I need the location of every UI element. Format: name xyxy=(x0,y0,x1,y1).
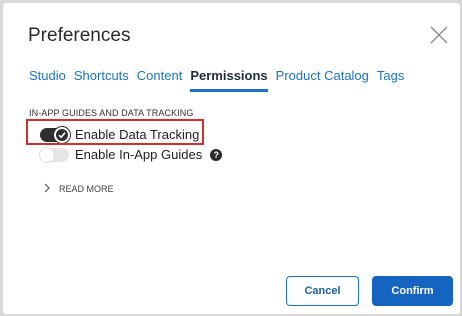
toggle-knob xyxy=(39,146,55,163)
tab-permissions[interactable]: Permissions xyxy=(190,67,269,95)
cancel-button[interactable]: Cancel xyxy=(286,276,359,306)
section-heading: IN-APP GUIDES AND DATA TRACKING xyxy=(29,108,194,118)
dialog-title: Preferences xyxy=(28,25,131,46)
confirm-button[interactable]: Confirm xyxy=(372,276,453,306)
data-tracking-toggle-row: Enable Data Tracking xyxy=(40,126,200,143)
preferences-dialog: Preferences Studio Shortcuts Content Per… xyxy=(3,3,460,314)
chevron-right-icon xyxy=(43,183,51,195)
read-more-link[interactable]: READ MORE xyxy=(43,183,114,195)
in-app-guides-toggle[interactable] xyxy=(39,146,69,163)
read-more-label: READ MORE xyxy=(59,184,114,194)
in-app-guides-label: Enable In-App Guides xyxy=(75,147,203,162)
toggle-knob-check-icon xyxy=(54,126,70,143)
in-app-guides-toggle-row: Enable In-App Guides ? xyxy=(39,146,223,163)
tab-bar: Studio Shortcuts Content Permissions Pro… xyxy=(29,67,412,95)
tab-studio[interactable]: Studio xyxy=(29,67,66,95)
tab-content[interactable]: Content xyxy=(137,67,183,95)
close-icon[interactable] xyxy=(429,25,449,45)
tab-tags[interactable]: Tags xyxy=(377,67,404,95)
question-circle-icon[interactable]: ? xyxy=(210,148,223,161)
tab-product-catalog[interactable]: Product Catalog xyxy=(276,67,369,95)
tab-shortcuts[interactable]: Shortcuts xyxy=(74,67,129,95)
data-tracking-toggle[interactable] xyxy=(40,126,70,143)
data-tracking-label: Enable Data Tracking xyxy=(75,127,200,142)
